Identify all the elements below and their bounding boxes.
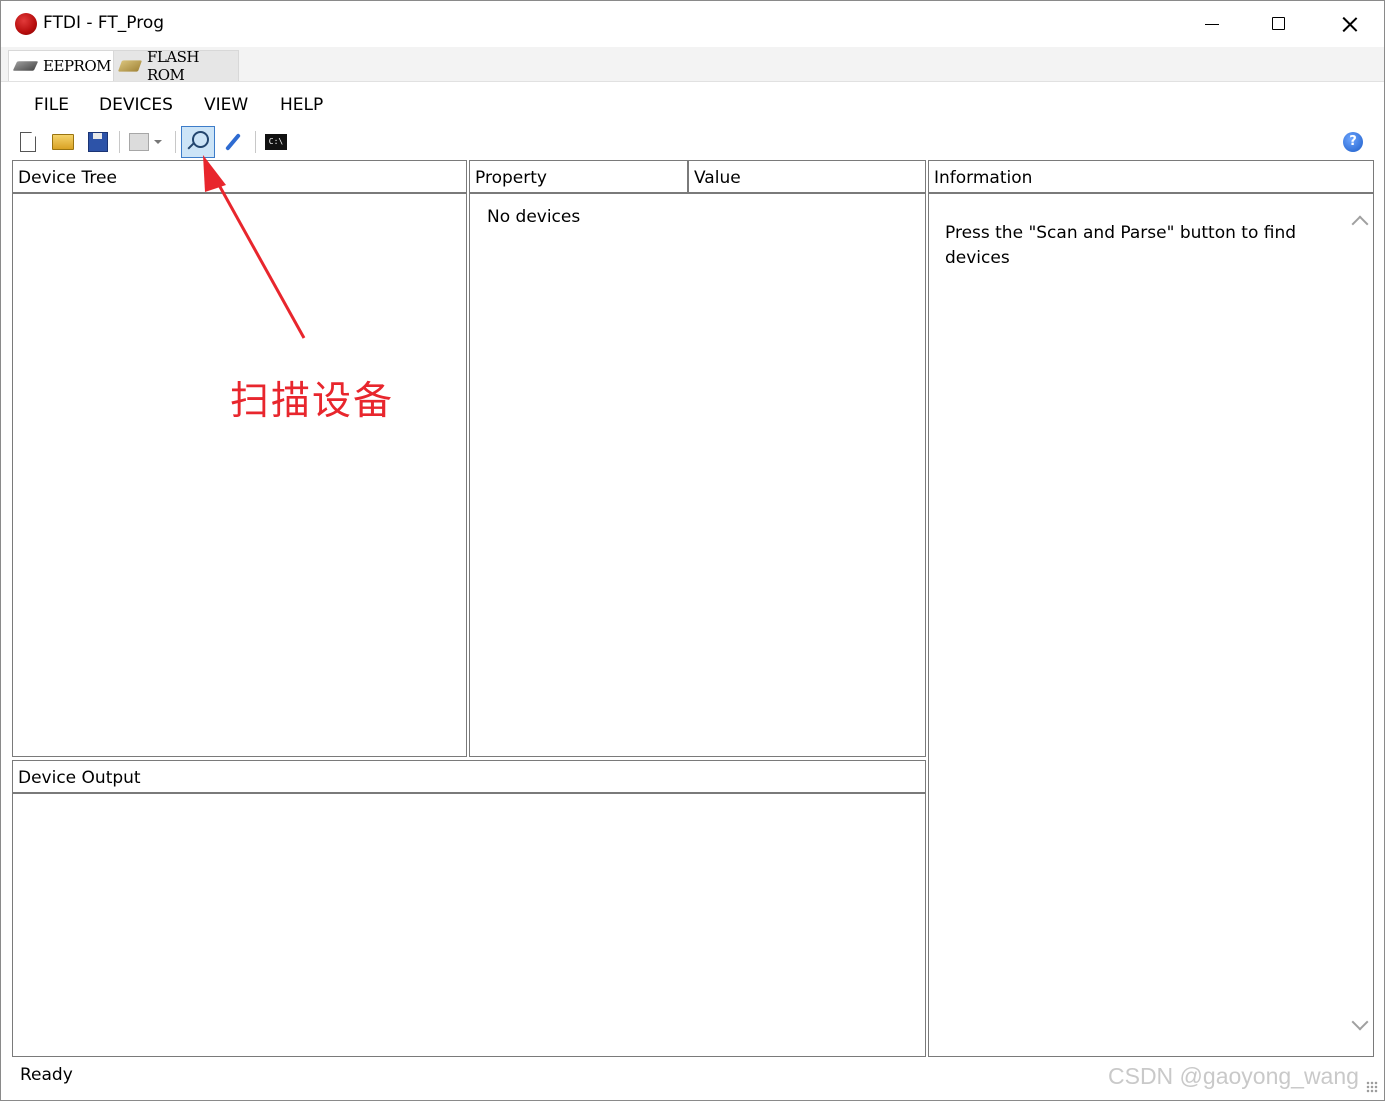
copy-icon — [129, 133, 149, 151]
scan-parse-button[interactable] — [181, 126, 215, 158]
app-window: FTDI - FT_Prog EEPROM FLASH ROM FILE DEV… — [0, 0, 1385, 1101]
toolbar-separator — [119, 131, 120, 153]
scroll-up-icon[interactable] — [1351, 215, 1369, 233]
copy-dropdown-button[interactable] — [151, 128, 165, 156]
device-tree-list[interactable] — [13, 196, 466, 756]
chip-icon — [12, 61, 39, 71]
tab-strip: EEPROM FLASH ROM — [1, 47, 1384, 84]
watermark-text: CSDN @gaoyong_wang — [1108, 1063, 1359, 1089]
program-devices-icon — [225, 133, 241, 151]
copy-button[interactable] — [125, 128, 153, 156]
scan-parse-icon — [191, 130, 209, 148]
open-button[interactable] — [49, 128, 77, 156]
information-body: Press the "Scan and Parse" button to fin… — [929, 196, 1373, 1056]
menu-devices[interactable]: DEVICES — [99, 95, 173, 115]
annotation-label: 扫描设备 — [230, 379, 395, 424]
status-text: Ready — [20, 1065, 73, 1085]
title-bar: FTDI - FT_Prog — [1, 1, 1384, 47]
save-button[interactable] — [84, 128, 112, 156]
information-text: Press the "Scan and Parse" button to fin… — [945, 223, 1297, 268]
flash-chip-icon — [117, 60, 142, 72]
command-prompt-button[interactable]: C:\ — [262, 128, 290, 156]
property-grid[interactable]: No devices — [470, 196, 925, 756]
chevron-down-icon — [154, 140, 162, 144]
toolbar: C:\ ? — [1, 125, 1384, 159]
device-output-pane: Device Output — [12, 760, 926, 1057]
window-title: FTDI - FT_Prog — [43, 13, 165, 33]
command-prompt-icon: C:\ — [265, 134, 287, 150]
menu-file[interactable]: FILE — [34, 95, 69, 115]
menu-help[interactable]: HELP — [280, 95, 323, 115]
scroll-down-icon[interactable] — [1351, 1013, 1369, 1031]
help-button[interactable]: ? — [1339, 128, 1367, 156]
no-devices-text: No devices — [487, 207, 581, 227]
minimize-button[interactable] — [1177, 1, 1245, 47]
resize-grip-icon[interactable] — [1366, 1081, 1378, 1093]
property-column-header[interactable]: Property — [470, 161, 689, 194]
close-button[interactable] — [1313, 1, 1381, 47]
device-output-header: Device Output — [13, 761, 925, 794]
new-button[interactable] — [14, 128, 42, 156]
save-icon — [88, 132, 108, 152]
toolbar-separator — [175, 131, 176, 153]
maximize-button[interactable] — [1245, 1, 1313, 47]
ftdi-app-icon — [15, 13, 37, 35]
value-column-header[interactable]: Value — [689, 161, 925, 194]
device-tree-header: Device Tree — [13, 161, 466, 194]
tab-flash-rom-label: FLASH ROM — [146, 48, 200, 84]
program-devices-button[interactable] — [219, 128, 247, 156]
information-pane: Information Press the "Scan and Parse" b… — [928, 160, 1374, 1057]
property-pane: Property Value No devices — [469, 160, 926, 757]
open-folder-icon — [52, 134, 74, 150]
tab-flash-rom[interactable]: FLASH ROM — [113, 48, 239, 84]
menu-view[interactable]: VIEW — [204, 95, 248, 115]
help-icon: ? — [1343, 132, 1363, 152]
information-header: Information — [929, 161, 1373, 194]
tab-eeprom-label: EEPROM — [43, 57, 111, 75]
toolbar-separator — [255, 131, 256, 153]
device-output-log[interactable] — [13, 796, 925, 1056]
new-icon — [20, 132, 36, 152]
device-tree-pane: Device Tree — [12, 160, 467, 757]
menu-bar: FILE DEVICES VIEW HELP — [1, 89, 1384, 121]
tab-eeprom[interactable]: EEPROM — [8, 50, 118, 81]
information-scrollbar[interactable] — [1347, 196, 1373, 1056]
